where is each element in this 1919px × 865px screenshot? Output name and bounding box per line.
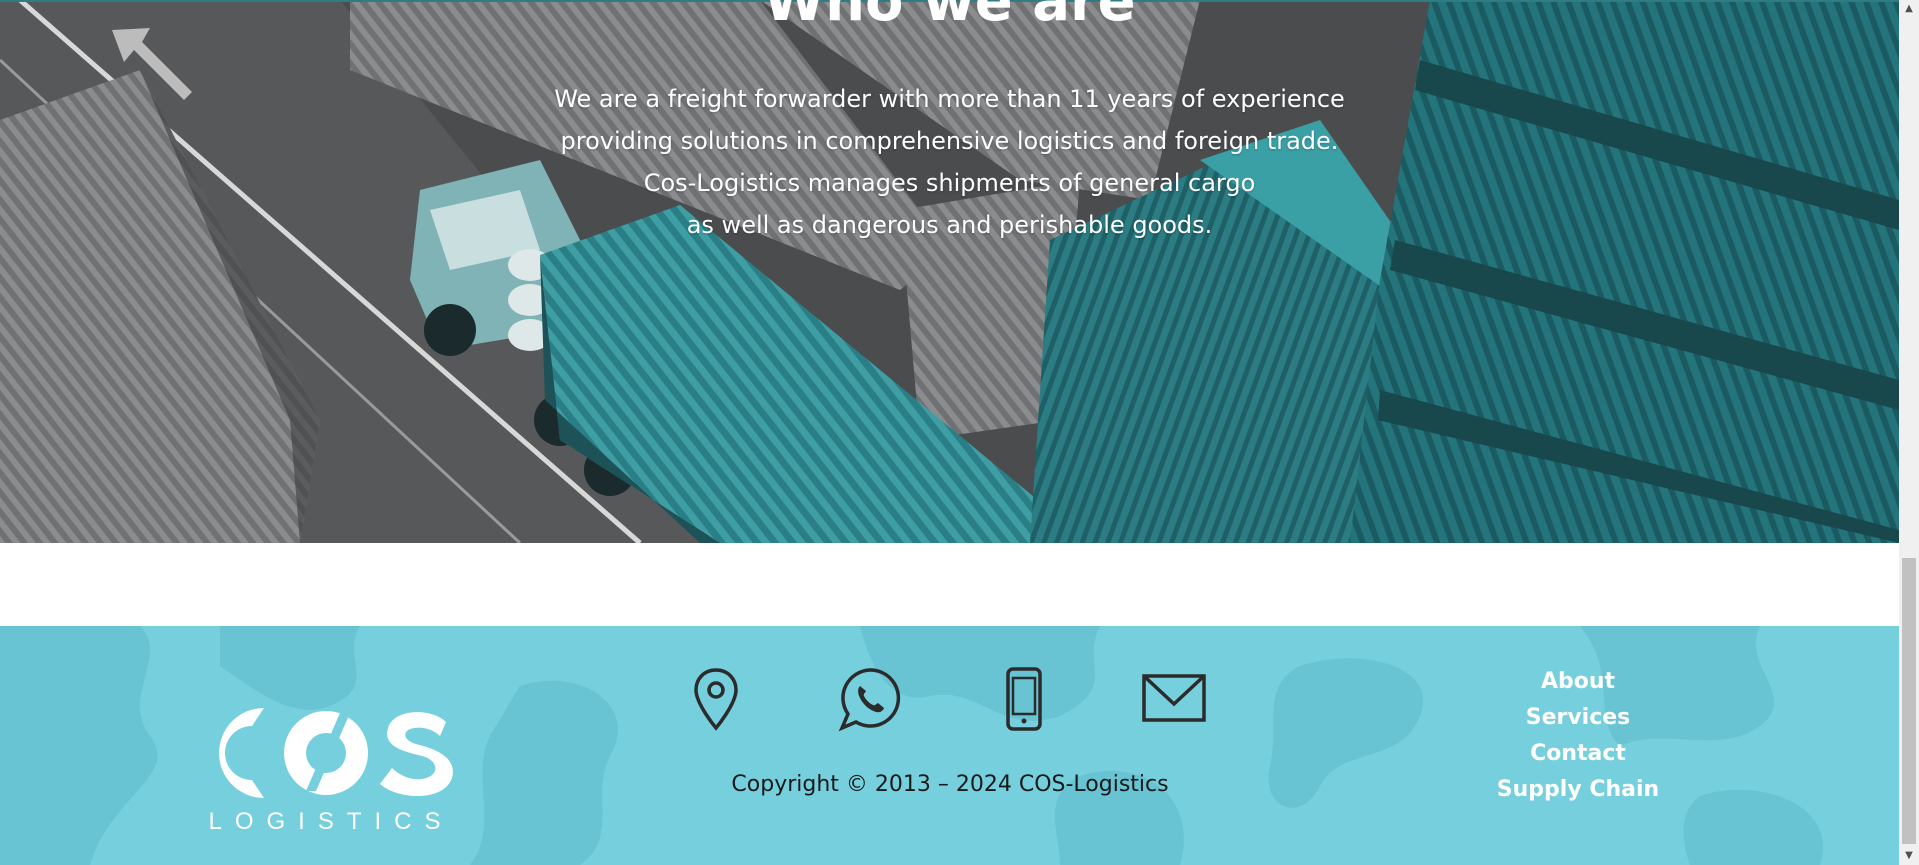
description-line: as well as dangerous and perishable good… xyxy=(686,211,1213,239)
logo-subtitle: LOGISTICS xyxy=(208,808,454,835)
mobile-phone-icon[interactable] xyxy=(992,666,1056,732)
description-line: Cos-Logistics manages shipments of gener… xyxy=(643,169,1256,197)
footer-navigation: About Services Contact Supply Chain xyxy=(1478,664,1678,808)
email-envelope-icon[interactable] xyxy=(1142,666,1206,732)
scroll-down-arrow-icon[interactable]: ▼ xyxy=(1899,847,1919,865)
page-scrollbar[interactable]: ▲ ▼ xyxy=(1899,0,1919,865)
footer-link-contact[interactable]: Contact xyxy=(1478,736,1678,772)
section-description: We are a freight forwarder with more tha… xyxy=(0,78,1899,246)
footer-link-about[interactable]: About xyxy=(1478,664,1678,700)
copyright-text: Copyright © 2013 – 2024 COS-Logistics xyxy=(731,772,1169,797)
who-we-are-section: Who we are We are a freight forwarder wi… xyxy=(0,0,1899,543)
footer-link-supply-chain[interactable]: Supply Chain xyxy=(1478,772,1678,808)
cos-logistics-logo[interactable]: LOGISTICS xyxy=(194,686,456,836)
site-footer: LOGISTICS Copyright © 2013 – 2024 COS-Lo… xyxy=(0,626,1899,865)
section-title: Who we are xyxy=(763,0,1136,34)
location-pin-icon[interactable] xyxy=(684,666,748,732)
footer-link-services[interactable]: Services xyxy=(1478,700,1678,736)
scrollbar-thumb[interactable] xyxy=(1902,558,1916,844)
description-line: We are a freight forwarder with more tha… xyxy=(554,85,1345,113)
contact-icons xyxy=(680,666,1240,736)
whatsapp-icon[interactable] xyxy=(838,666,902,732)
scroll-up-arrow-icon[interactable]: ▲ xyxy=(1899,0,1919,18)
description-line: providing solutions in comprehensive log… xyxy=(560,127,1339,155)
